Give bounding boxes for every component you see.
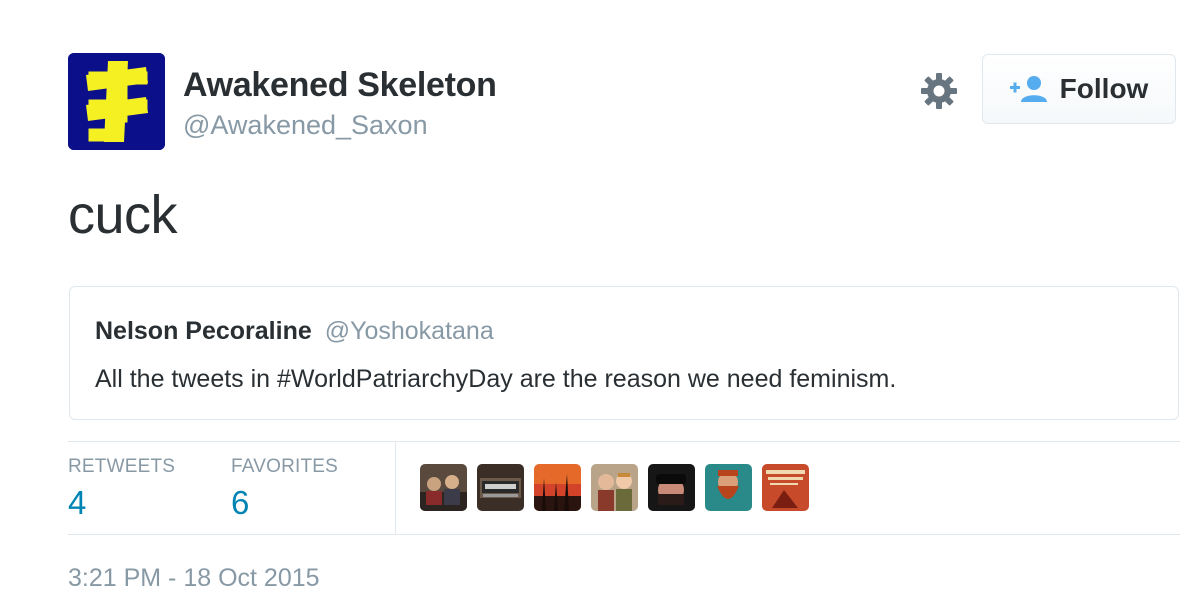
couple-photo-avatar-icon: [591, 464, 638, 511]
stats-divider-top: [68, 441, 1180, 442]
quoted-author-name: Nelson Pecoraline: [95, 317, 312, 345]
favoriter-avatar[interactable]: [762, 464, 809, 511]
stats-divider-bottom: [68, 534, 1180, 535]
quoted-author-handle: @Yoshokatana: [324, 317, 494, 345]
author-avatar[interactable]: [68, 53, 165, 150]
bearded-warrior-avatar-icon: [705, 464, 752, 511]
group-photo-avatar-icon: [420, 464, 467, 511]
awesome-sign-avatar-icon: [477, 464, 524, 511]
quoted-tweet-header: Nelson Pecoraline @Yoshokatana: [95, 317, 494, 346]
rune-avatar-icon: [68, 53, 165, 150]
favoriter-avatar[interactable]: [534, 464, 581, 511]
favoriter-avatar[interactable]: [477, 464, 524, 511]
favoriters-list: [420, 464, 809, 511]
favoriter-avatar[interactable]: [648, 464, 695, 511]
gear-icon[interactable]: [920, 72, 958, 110]
sunset-trees-avatar-icon: [534, 464, 581, 511]
add-user-icon: [1009, 76, 1047, 102]
author-handle[interactable]: @Awakened_Saxon: [183, 110, 428, 141]
favoriter-avatar[interactable]: [591, 464, 638, 511]
quoted-tweet-text: All the tweets in #WorldPatriarchyDay ar…: [95, 365, 897, 393]
author-display-name[interactable]: Awakened Skeleton: [183, 66, 497, 105]
retweets-label: RETWEETS: [68, 456, 176, 477]
tweet-timestamp[interactable]: 3:21 PM - 18 Oct 2015: [68, 564, 320, 593]
follow-button[interactable]: Follow: [982, 54, 1176, 124]
retweets-count: 4: [68, 484, 87, 521]
stats-vertical-divider: [395, 441, 396, 534]
favorites-label: FAVORITES: [231, 456, 339, 477]
tweet-text: cuck: [68, 185, 178, 245]
favoriter-avatar[interactable]: [420, 464, 467, 511]
retweets-stat[interactable]: RETWEETS 4: [68, 456, 175, 522]
book-cover-avatar-icon: [762, 464, 809, 511]
man-with-cap-avatar-icon: [648, 464, 695, 511]
favorites-count: 6: [231, 484, 250, 521]
favorites-stat[interactable]: FAVORITES 6: [231, 456, 338, 522]
favoriter-avatar[interactable]: [705, 464, 752, 511]
quoted-tweet-card[interactable]: Nelson Pecoraline @Yoshokatana All the t…: [69, 286, 1179, 420]
follow-label: Follow: [1059, 73, 1149, 104]
